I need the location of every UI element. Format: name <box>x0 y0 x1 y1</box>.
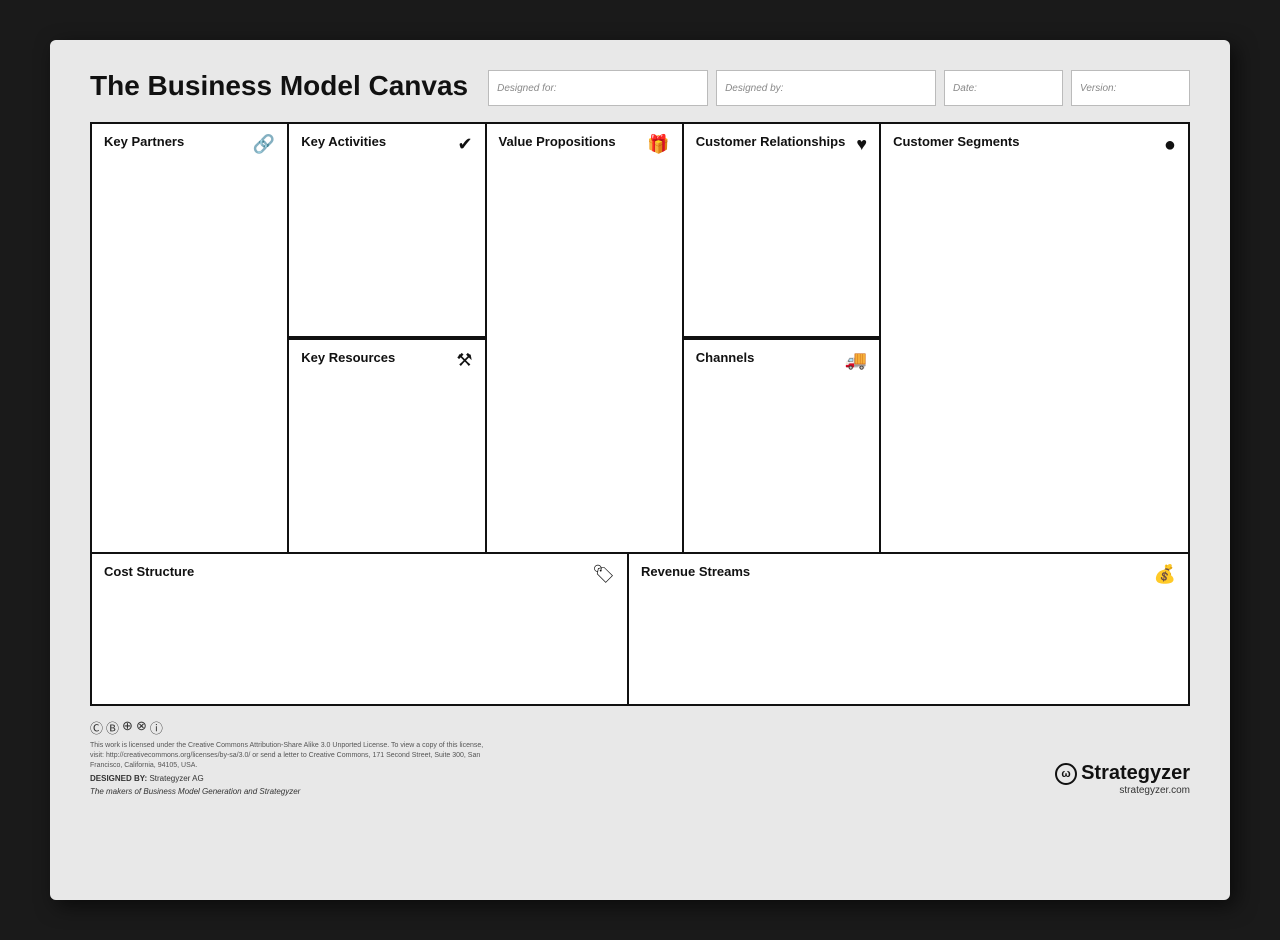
key-resources-cell: Key Resources ⚒ <box>289 338 484 552</box>
cc-sa-icon: ⊕ <box>122 718 133 737</box>
license-text: This work is licensed under the Creative… <box>90 741 490 770</box>
strategyzer-symbol: ω <box>1055 763 1077 785</box>
strategyzer-url: strategyzer.com <box>1055 785 1190 796</box>
footer-right: ω Strategyzer strategyzer.com <box>1055 762 1190 796</box>
value-propositions-icon: 🎁 <box>647 134 669 155</box>
footer: Ⓒ Ⓑ ⊕ ⊗ ⓘ This work is licensed under th… <box>90 718 1190 796</box>
customer-segments-icon: ● <box>1164 134 1176 157</box>
key-activities-icon: ✔ <box>457 134 472 155</box>
channels-title: Channels <box>696 350 755 365</box>
customer-segments-header: Customer Segments ● <box>893 134 1176 157</box>
customer-relationships-cell: Customer Relationships ♥ <box>684 124 879 338</box>
key-activities-header: Key Activities ✔ <box>301 134 472 155</box>
value-propositions-title: Value Propositions <box>499 134 616 149</box>
version-label: Version: <box>1080 83 1116 94</box>
cr-channels-column: Customer Relationships ♥ Channels 🚚 <box>684 124 881 552</box>
cost-structure-cell: Cost Structure 🏷 <box>92 554 629 704</box>
cost-structure-header: Cost Structure 🏷 <box>104 564 615 585</box>
value-propositions-cell: Value Propositions 🎁 <box>487 124 682 552</box>
customer-relationships-icon: ♥ <box>856 134 867 155</box>
cc-by-icon: Ⓑ <box>106 718 119 737</box>
channels-header: Channels 🚚 <box>696 350 867 371</box>
footer-left: Ⓒ Ⓑ ⊕ ⊗ ⓘ This work is licensed under th… <box>90 718 490 796</box>
key-activities-cell: Key Activities ✔ <box>289 124 484 338</box>
designed-by-label: Designed by: <box>725 83 783 94</box>
key-partners-header: Key Partners 🔗 <box>104 134 275 155</box>
cc-info-icon: ⓘ <box>150 718 163 737</box>
key-resources-header: Key Resources ⚒ <box>301 350 472 371</box>
strategyzer-name: Strategyzer <box>1081 762 1190 785</box>
business-model-canvas: Key Partners 🔗 Key Activities ✔ Key Reso… <box>90 122 1190 706</box>
footer-designed-by-prefix: DESIGNED BY: <box>90 774 147 783</box>
footer-designed-by-name: Strategyzer AG <box>149 774 203 783</box>
designed-for-label: Designed for: <box>497 83 556 94</box>
key-partners-cell: Key Partners 🔗 <box>92 124 287 552</box>
value-propositions-header: Value Propositions 🎁 <box>499 134 670 155</box>
revenue-streams-icon: 💰 <box>1154 564 1176 585</box>
key-activities-title: Key Activities <box>301 134 386 149</box>
key-resources-icon: ⚒ <box>456 350 472 371</box>
page-wrapper: The Business Model Canvas Designed for: … <box>50 40 1230 900</box>
value-propositions-column: Value Propositions 🎁 <box>487 124 684 552</box>
customer-relationships-header: Customer Relationships ♥ <box>696 134 867 155</box>
page-title: The Business Model Canvas <box>90 70 468 102</box>
channels-icon: 🚚 <box>845 350 867 371</box>
footer-designed-by: DESIGNED BY: Strategyzer AG <box>90 774 490 783</box>
key-partners-title: Key Partners <box>104 134 184 149</box>
cost-structure-title: Cost Structure <box>104 564 194 579</box>
header-fields: Designed for: Designed by: Date: Version… <box>488 70 1190 106</box>
revenue-streams-header: Revenue Streams 💰 <box>641 564 1176 585</box>
cost-structure-icon: 🏷 <box>592 564 615 585</box>
designed-for-field[interactable]: Designed for: <box>488 70 708 106</box>
version-field[interactable]: Version: <box>1071 70 1190 106</box>
date-field[interactable]: Date: <box>944 70 1063 106</box>
canvas-bottom-row: Cost Structure 🏷 Revenue Streams 💰 <box>92 554 1188 704</box>
date-label: Date: <box>953 83 977 94</box>
customer-segments-column: Customer Segments ● <box>881 124 1188 552</box>
canvas-top-row: Key Partners 🔗 Key Activities ✔ Key Reso… <box>92 124 1188 554</box>
logo-symbol-char: ω <box>1061 768 1070 780</box>
key-resources-title: Key Resources <box>301 350 395 365</box>
key-activities-resources-column: Key Activities ✔ Key Resources ⚒ <box>289 124 486 552</box>
key-partners-column: Key Partners 🔗 <box>92 124 289 552</box>
revenue-streams-title: Revenue Streams <box>641 564 750 579</box>
customer-segments-cell: Customer Segments ● <box>881 124 1188 552</box>
cc-nd-icon: ⊗ <box>136 718 147 737</box>
customer-relationships-title: Customer Relationships <box>696 134 846 149</box>
strategyzer-logo: ω Strategyzer <box>1055 762 1190 785</box>
footer-tagline: The makers of Business Model Generation … <box>90 787 490 796</box>
cc-icons: Ⓒ Ⓑ ⊕ ⊗ ⓘ <box>90 718 490 737</box>
designed-by-field[interactable]: Designed by: <box>716 70 936 106</box>
key-partners-icon: 🔗 <box>253 134 275 155</box>
cc-icon: Ⓒ <box>90 718 103 737</box>
channels-cell: Channels 🚚 <box>684 338 879 552</box>
revenue-streams-cell: Revenue Streams 💰 <box>629 554 1188 704</box>
header: The Business Model Canvas Designed for: … <box>90 70 1190 106</box>
customer-segments-title: Customer Segments <box>893 134 1019 149</box>
